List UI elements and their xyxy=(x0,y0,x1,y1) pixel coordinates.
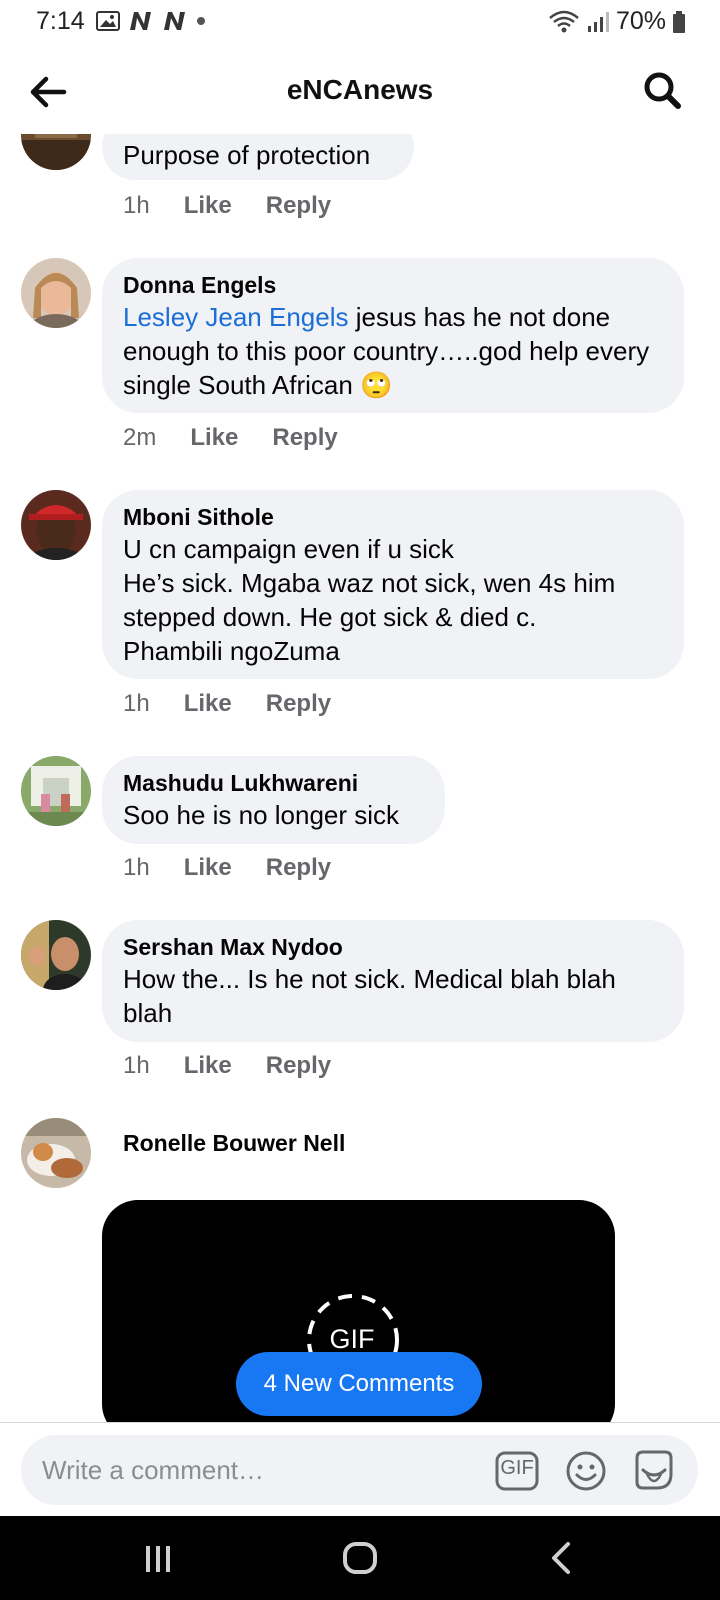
reply-button[interactable]: Reply xyxy=(272,424,337,452)
comment-placeholder: Write a comment… xyxy=(42,1455,265,1485)
comment-bubble[interactable]: Donna Engels Lesley Jean Engels jesus ha… xyxy=(102,258,684,413)
comment-time: 1h xyxy=(123,690,150,717)
like-button[interactable]: Like xyxy=(184,690,232,718)
like-button[interactable]: Like xyxy=(184,192,232,220)
status-icons-left xyxy=(96,10,206,32)
comment-author[interactable]: Mboni Sithole xyxy=(123,502,662,532)
search-icon[interactable] xyxy=(640,68,684,112)
comment-bubble[interactable]: Mashudu Lukhwareni Soo he is no longer s… xyxy=(102,756,445,844)
avatar[interactable] xyxy=(21,1118,91,1188)
comment-actions: 2m Like Reply xyxy=(123,424,338,452)
comment-composer: Write a comment… GIF xyxy=(0,1422,720,1516)
reply-button[interactable]: Reply xyxy=(266,1052,331,1080)
avatar[interactable] xyxy=(21,490,91,560)
image-notification-icon xyxy=(96,11,120,31)
comment-bubble[interactable]: Purpose of protection xyxy=(102,134,414,180)
comment-time: 1h xyxy=(123,854,150,881)
comment-author[interactable]: Donna Engels xyxy=(123,270,662,300)
gif-button[interactable]: GIF xyxy=(494,1448,540,1494)
comment-actions: 1h Like Reply xyxy=(123,192,331,220)
n-notification-icon xyxy=(130,12,151,30)
comments-feed[interactable]: Purpose of protection 1h Like Reply Donn… xyxy=(0,134,720,1422)
comment-time: 1h xyxy=(123,192,150,219)
avatar[interactable] xyxy=(21,920,91,990)
comment-time: 1h xyxy=(123,1052,150,1079)
sticker-icon[interactable] xyxy=(631,1448,677,1494)
battery-icon xyxy=(673,10,685,33)
new-comments-button[interactable]: 4 New Comments xyxy=(236,1352,482,1416)
like-button[interactable]: Like xyxy=(184,854,232,882)
reply-button[interactable]: Reply xyxy=(266,690,331,718)
system-nav-bar xyxy=(0,1516,720,1600)
recent-apps-icon[interactable] xyxy=(134,1536,182,1580)
emoji-icon[interactable] xyxy=(563,1448,609,1494)
comment-author[interactable]: Ronelle Bouwer Nell xyxy=(123,1128,345,1158)
n-notification-icon-2 xyxy=(164,12,185,30)
home-icon[interactable] xyxy=(336,1536,384,1580)
status-time: 7:14 xyxy=(36,7,85,35)
avatar[interactable] xyxy=(21,258,91,328)
status-bar: 7:14 70% xyxy=(0,0,720,46)
comment-input[interactable]: Write a comment… GIF xyxy=(21,1435,698,1505)
comment-author[interactable]: Mashudu Lukhwareni xyxy=(123,768,423,798)
comment-actions: 1h Like Reply xyxy=(123,1052,331,1080)
comment-actions: 1h Like Reply xyxy=(123,854,331,882)
gif-button-label: GIF xyxy=(500,1457,534,1479)
comment-actions: 1h Like Reply xyxy=(123,690,331,718)
reply-button[interactable]: Reply xyxy=(266,854,331,882)
comment-text: Purpose of protection xyxy=(123,140,371,170)
comment-bubble[interactable]: Sershan Max Nydoo How the... Is he not s… xyxy=(102,920,684,1042)
comment-author[interactable]: Sershan Max Nydoo xyxy=(123,932,662,962)
comment-text: Soo he is no longer sick xyxy=(123,800,400,830)
mention-link[interactable]: Lesley Jean Engels xyxy=(123,302,348,332)
comment-text: U cn campaign even if u sick He’s sick. … xyxy=(123,534,616,666)
gif-label: GIF xyxy=(329,1324,375,1354)
avatar[interactable] xyxy=(21,756,91,826)
app-header: eNCAnews xyxy=(0,46,720,134)
nav-back-icon[interactable] xyxy=(538,1536,586,1580)
like-button[interactable]: Like xyxy=(190,424,238,452)
comment-bubble[interactable]: Mboni Sithole U cn campaign even if u si… xyxy=(102,490,684,679)
reply-button[interactable]: Reply xyxy=(266,192,331,220)
avatar[interactable] xyxy=(21,134,91,170)
comment-text: Lesley Jean Engels jesus has he not done… xyxy=(123,300,662,402)
dot-icon xyxy=(197,17,205,25)
wifi-icon xyxy=(549,10,579,32)
battery-percent: 70% xyxy=(615,7,666,35)
comment-time: 2m xyxy=(123,424,157,451)
comment-text: How the... Is he not sick. Medical blah … xyxy=(123,964,616,1028)
status-icons-right: 70% xyxy=(548,7,686,36)
signal-icon xyxy=(587,11,609,32)
like-button[interactable]: Like xyxy=(184,1052,232,1080)
page-title: eNCAnews xyxy=(286,74,434,105)
